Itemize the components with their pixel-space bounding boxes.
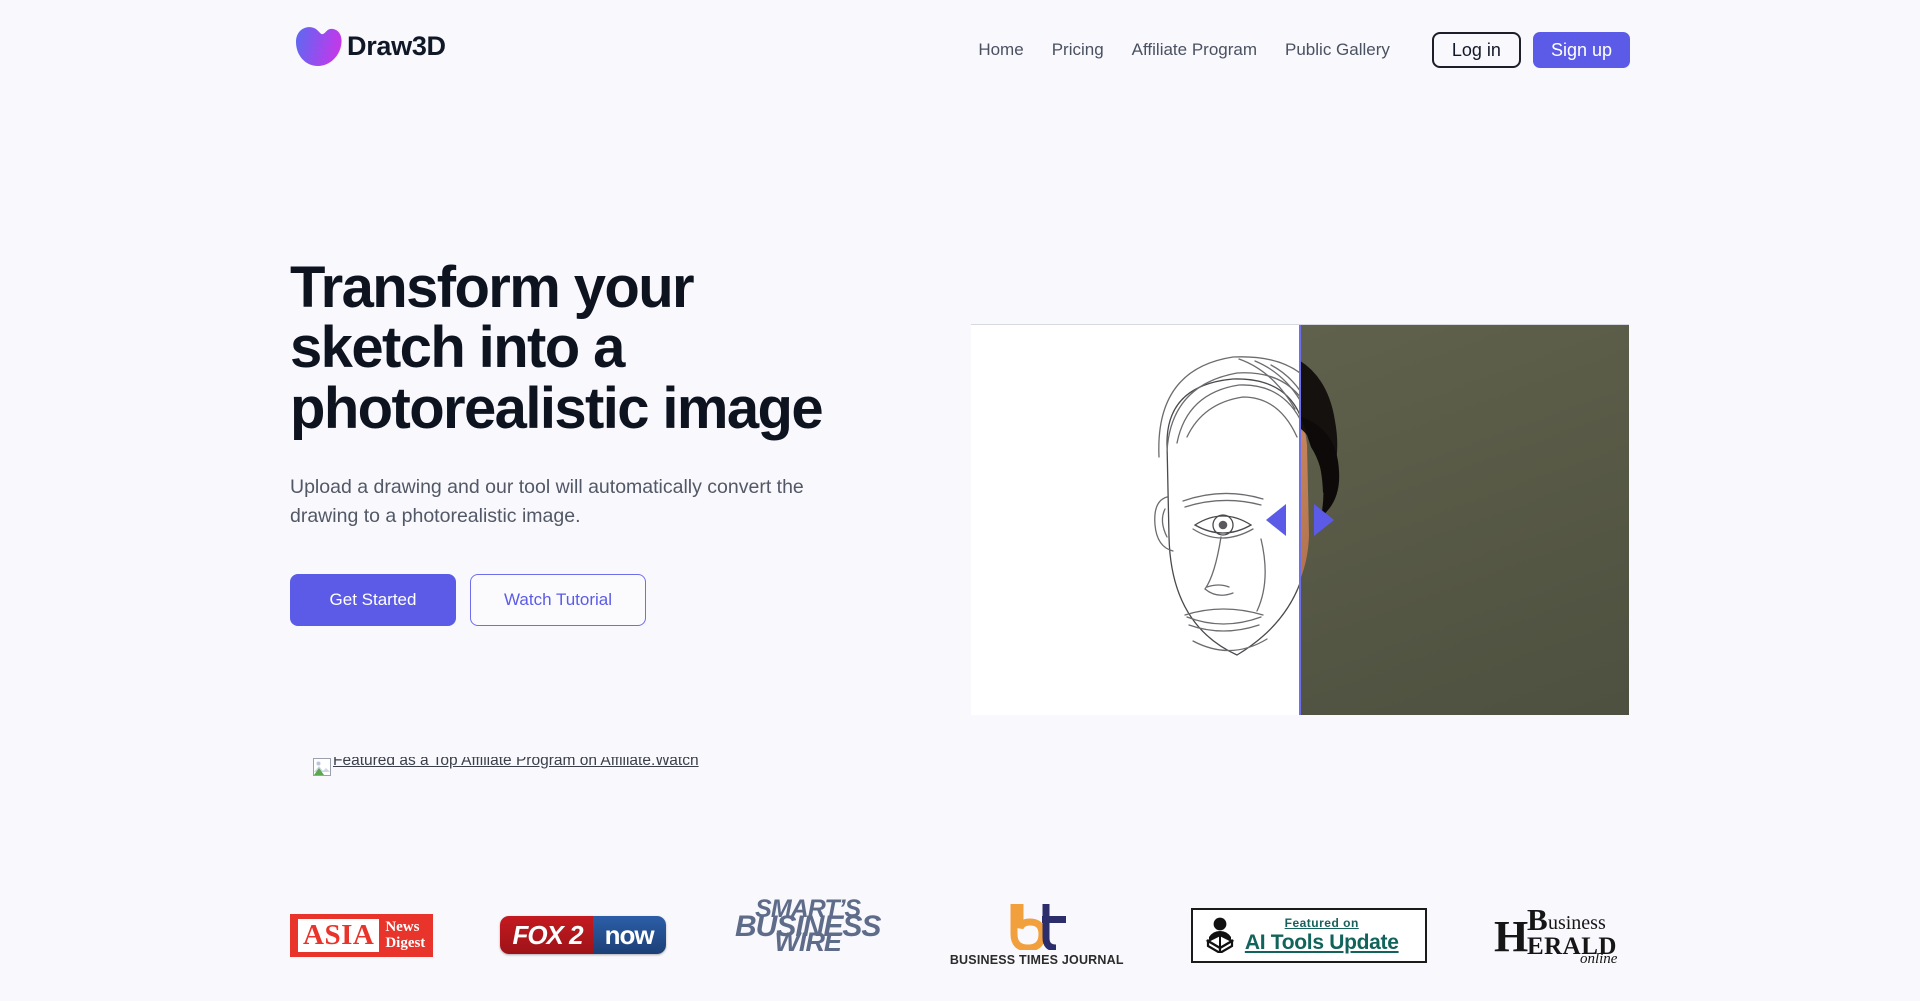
chevron-right-icon xyxy=(1314,504,1334,536)
herald-online-word: online xyxy=(1579,951,1618,967)
chevron-left-icon xyxy=(1266,504,1286,536)
asia-word: ASIA xyxy=(298,918,380,952)
brand-name: Draw3D xyxy=(347,30,446,61)
smarts-business-wire-logo: SMART’S BUSINESS WIRE xyxy=(733,897,883,970)
hero-actions: Get Started Watch Tutorial xyxy=(290,574,890,627)
herald-big-b: B xyxy=(1526,902,1548,937)
brand-logo[interactable]: Draw3D xyxy=(290,22,446,70)
main-nav: Home Pricing Affiliate Program Public Ga… xyxy=(978,28,1920,72)
nav-item-home[interactable]: Home xyxy=(978,28,1037,72)
asia-line-2: Digest xyxy=(385,935,426,951)
press-logo-business-herald-online: H B usiness ERALD online xyxy=(1494,895,1630,975)
business-herald-online-logo: H B usiness ERALD online xyxy=(1494,902,1630,968)
nav-item-affiliate-program[interactable]: Affiliate Program xyxy=(1118,28,1271,72)
ai-tools-update-badge: Featured on AI Tools Update xyxy=(1190,907,1427,963)
hero-title-line-3: photorealistic image xyxy=(290,375,824,441)
landing-page: Draw3D Home Pricing Affiliate Program Pu… xyxy=(0,0,1920,1001)
comparison-slider-handle[interactable] xyxy=(1264,503,1336,537)
herald-business-word: usiness xyxy=(1547,912,1606,934)
hero-section: Transform your sketch into a photorealis… xyxy=(290,255,890,627)
ai-tools-update-title: AI Tools Update xyxy=(1244,930,1399,954)
affiliate-watch-badge[interactable]: Featured as a Top Affiliate Program on A… xyxy=(313,757,699,779)
nav-links: Home Pricing Affiliate Program Public Ga… xyxy=(978,28,1404,72)
press-logo-fox-2-now: FOX 2 now xyxy=(500,895,666,975)
before-sketch-image xyxy=(971,325,1300,715)
person-with-box-icon xyxy=(1203,917,1237,955)
nav-item-pricing[interactable]: Pricing xyxy=(1038,28,1118,72)
blob-logo-icon xyxy=(290,22,346,70)
hero-subtitle: Upload a drawing and our tool will autom… xyxy=(290,475,804,527)
fox-blue-part: now xyxy=(592,916,666,954)
press-logo-smarts-business-wire: SMART’S BUSINESS WIRE xyxy=(733,895,883,975)
press-logos: ASIA News Digest FOX 2 now SMART’S BUSIN… xyxy=(290,890,1630,980)
press-logo-asia-news-digest: ASIA News Digest xyxy=(290,895,434,975)
site-header: Draw3D Home Pricing Affiliate Program Pu… xyxy=(0,0,1920,98)
login-button[interactable]: Log in xyxy=(1431,32,1521,68)
get-started-button[interactable]: Get Started xyxy=(290,574,456,627)
signup-button[interactable]: Sign up xyxy=(1532,32,1630,68)
asia-news-digest-logo: ASIA News Digest xyxy=(290,913,434,957)
broken-image-icon xyxy=(313,758,331,776)
before-after-comparison[interactable] xyxy=(971,324,1629,715)
asia-news-digest-words: News Digest xyxy=(385,919,425,951)
watch-tutorial-button[interactable]: Watch Tutorial xyxy=(470,574,646,627)
herald-big-h: H xyxy=(1493,912,1529,961)
featured-on-label: Featured on xyxy=(1284,915,1359,930)
hero-title-line-1: Transform your xyxy=(290,255,695,320)
press-logo-business-times-journal: BUSINESS TIMES JOURNAL xyxy=(950,895,1124,975)
bt-monogram-icon xyxy=(1006,902,1068,952)
asia-line-1: News xyxy=(385,918,420,935)
press-logo-ai-tools-update: Featured on AI Tools Update xyxy=(1190,895,1427,975)
business-times-journal-text: BUSINESS TIMES JOURNAL xyxy=(949,952,1124,967)
affiliate-badge-alt-text: Featured as a Top Affiliate Program on A… xyxy=(333,757,699,769)
page-title: Transform your sketch into a photorealis… xyxy=(290,255,890,441)
hero-title-line-2: sketch into a xyxy=(290,315,625,381)
business-times-journal-logo: BUSINESS TIMES JOURNAL xyxy=(949,902,1124,967)
fox-2-now-logo: FOX 2 now xyxy=(500,916,666,954)
nav-item-public-gallery[interactable]: Public Gallery xyxy=(1271,28,1404,72)
fox-red-part: FOX 2 xyxy=(500,916,593,954)
ai-tools-update-text: Featured on AI Tools Update xyxy=(1245,916,1399,955)
